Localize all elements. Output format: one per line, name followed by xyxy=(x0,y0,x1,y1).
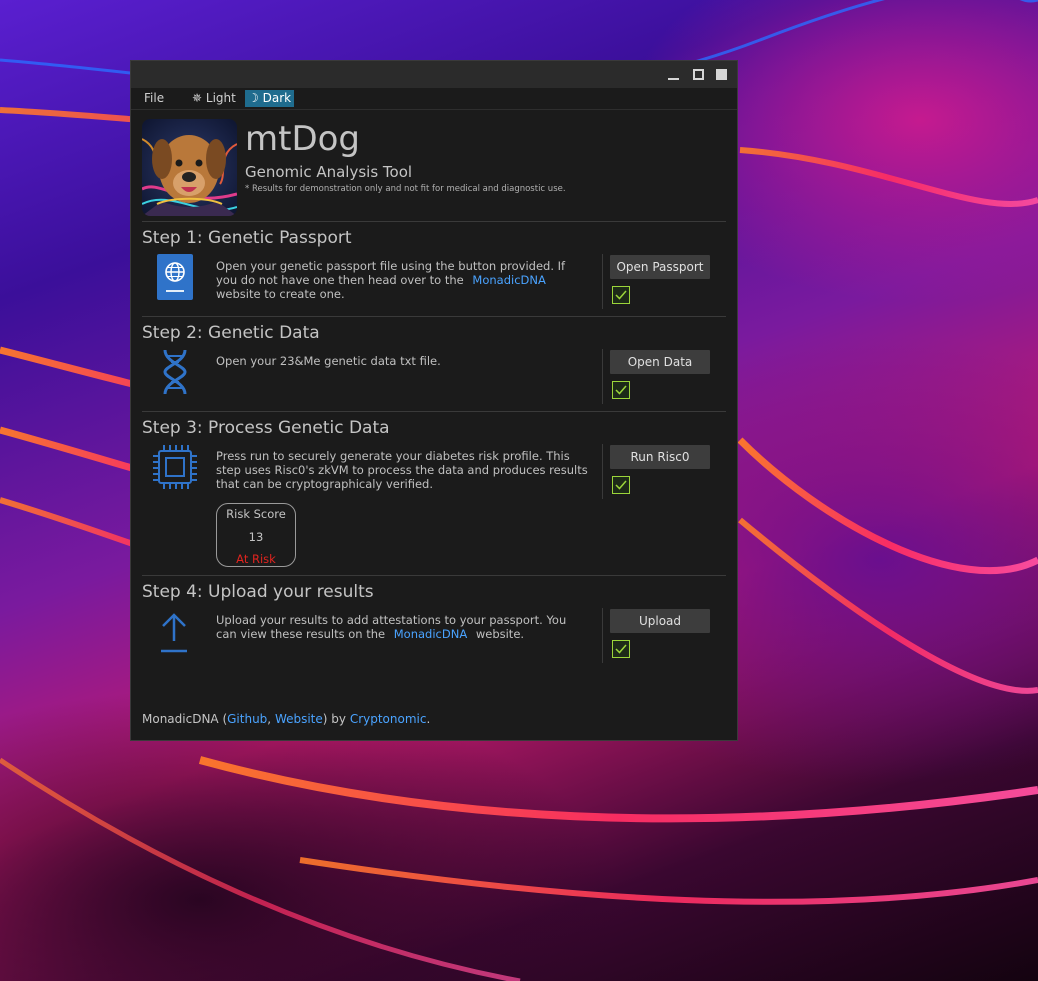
step3-title: Step 3: Process Genetic Data xyxy=(142,418,390,438)
app-logo-dog-image xyxy=(142,119,237,216)
app-header: mtDog Genomic Analysis Tool * Results fo… xyxy=(142,119,726,217)
close-icon[interactable] xyxy=(716,69,727,80)
open-data-button[interactable]: Open Data xyxy=(610,350,710,374)
sun-icon: ✵ xyxy=(192,91,203,105)
maximize-icon[interactable] xyxy=(693,69,704,80)
step2-title: Step 2: Genetic Data xyxy=(142,323,320,343)
step1-description: Open your genetic passport file using th… xyxy=(216,259,588,301)
upload-button[interactable]: Upload xyxy=(610,609,710,633)
step1-title: Step 1: Genetic Passport xyxy=(142,228,352,248)
step4-description: Upload your results to add attestations … xyxy=(216,613,588,641)
footer: MonadicDNA (Github, Website) by Cryptono… xyxy=(142,712,430,726)
step1-checkbox[interactable] xyxy=(612,286,630,304)
divider xyxy=(602,349,603,404)
risk-score-value: 13 xyxy=(248,530,264,544)
risk-score-card: Risk Score 13 At Risk xyxy=(216,503,296,567)
app-title: mtDog xyxy=(245,119,361,159)
divider xyxy=(602,608,603,663)
run-risc0-button[interactable]: Run Risc0 xyxy=(610,445,710,469)
theme-light-label: Light xyxy=(205,91,236,105)
divider xyxy=(602,254,603,309)
moon-icon: ☽ xyxy=(248,91,259,105)
disclaimer-text: * Results for demonstration only and not… xyxy=(245,184,566,194)
step3-description: Press run to securely generate your diab… xyxy=(216,449,588,491)
chip-icon xyxy=(151,443,199,491)
passport-icon xyxy=(151,253,199,301)
open-passport-button[interactable]: Open Passport xyxy=(610,255,710,279)
website-link[interactable]: Website xyxy=(275,712,323,726)
theme-dark-label: Dark xyxy=(262,91,292,105)
theme-dark-toggle[interactable]: ☽ Dark xyxy=(245,90,295,107)
app-subtitle: Genomic Analysis Tool xyxy=(245,163,413,181)
step3-checkbox[interactable] xyxy=(612,476,630,494)
divider xyxy=(142,411,726,412)
divider xyxy=(602,444,603,499)
step4-checkbox[interactable] xyxy=(612,640,630,658)
footer-mid: ) by xyxy=(322,712,350,726)
step4-text-after: website. xyxy=(475,627,525,641)
theme-light-toggle[interactable]: ✵ Light xyxy=(189,90,239,107)
risk-status: At Risk xyxy=(236,552,276,566)
footer-sep: , xyxy=(267,712,275,726)
step1-text-after: website to create one. xyxy=(216,287,345,301)
app-window: File ✵ Light ☽ Dark mtDog Genomic Analys… xyxy=(130,60,738,741)
step4-title: Step 4: Upload your results xyxy=(142,582,374,602)
dna-icon xyxy=(151,348,199,396)
minimize-icon[interactable] xyxy=(668,78,679,80)
monadicdna-link[interactable]: MonadicDNA xyxy=(394,627,467,641)
cryptonomic-link[interactable]: Cryptonomic xyxy=(350,712,427,726)
divider xyxy=(142,316,726,317)
monadicdna-link[interactable]: MonadicDNA xyxy=(472,273,545,287)
menu-bar: File ✵ Light ☽ Dark xyxy=(131,88,737,110)
github-link[interactable]: Github xyxy=(227,712,267,726)
footer-suffix: . xyxy=(426,712,431,726)
step2-description: Open your 23&Me genetic data txt file. xyxy=(216,354,441,368)
risk-score-label: Risk Score xyxy=(226,507,286,521)
upload-icon xyxy=(151,607,199,655)
menu-file[interactable]: File xyxy=(141,90,167,107)
divider xyxy=(142,221,726,222)
title-bar[interactable] xyxy=(131,61,737,88)
divider xyxy=(142,575,726,576)
step2-checkbox[interactable] xyxy=(612,381,630,399)
footer-prefix: MonadicDNA ( xyxy=(142,712,228,726)
